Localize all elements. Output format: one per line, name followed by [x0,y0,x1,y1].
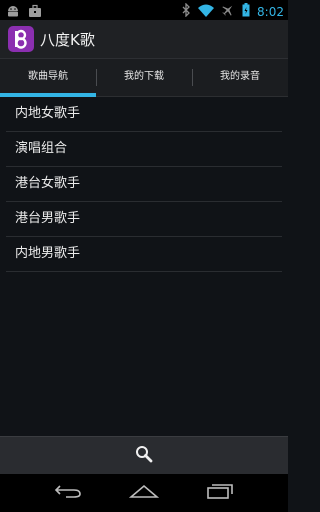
list-item[interactable]: 演唱组合 [6,132,282,167]
tab-song-navigation[interactable]: 歌曲导航 [0,59,96,97]
system-nav-bar [0,474,288,512]
recent-apps-icon[interactable] [206,483,234,503]
bluetooth-icon [181,2,191,21]
bottom-bar [0,436,288,474]
wifi-icon [198,2,215,21]
airplane-icon [221,2,235,21]
app-title: 八度K歌 [40,31,95,49]
app-logo-icon[interactable] [8,26,34,52]
home-icon[interactable] [128,483,160,503]
tab-my-downloads[interactable]: 我的下载 [96,59,192,96]
list-item[interactable]: 港台女歌手 [6,167,282,202]
list-item[interactable]: 内地男歌手 [6,237,282,272]
search-icon[interactable] [135,445,153,467]
tab-bar: 歌曲导航 我的下载 我的录音 [0,59,288,97]
tab-my-recordings[interactable]: 我的录音 [192,59,288,96]
action-bar: 八度K歌 [0,20,288,59]
back-icon[interactable] [54,483,82,503]
status-bar: 8:02 [0,0,288,20]
battery-icon [242,2,250,21]
list-item[interactable]: 港台男歌手 [6,202,282,237]
list-item[interactable]: 内地女歌手 [6,97,282,132]
category-list: 内地女歌手 演唱组合 港台女歌手 港台男歌手 内地男歌手 [0,97,288,272]
status-time: 8:02 [257,4,284,19]
